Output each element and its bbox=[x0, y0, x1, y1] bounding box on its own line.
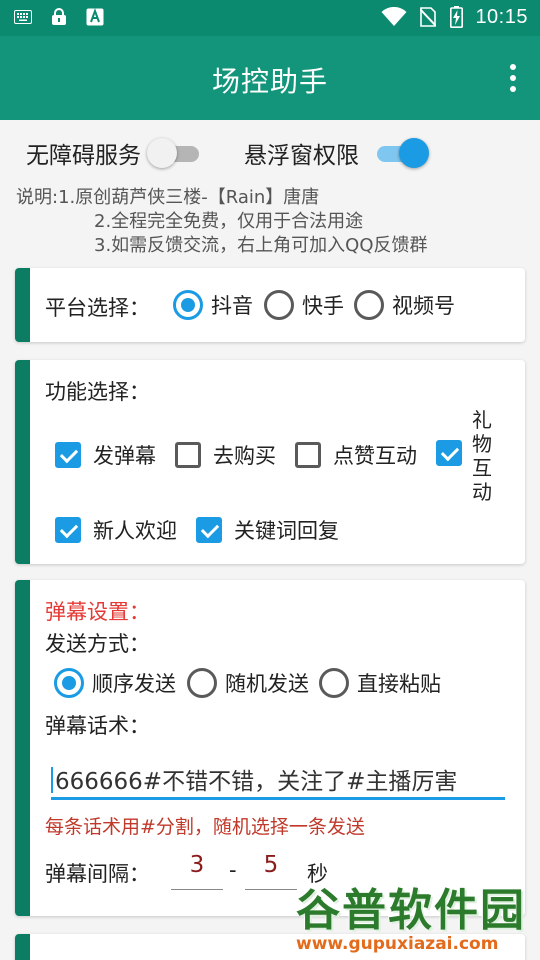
radio-label: 视频号 bbox=[392, 294, 455, 318]
platform-label: 平台选择： bbox=[45, 296, 150, 320]
danmu-section-title: 弹幕设置： bbox=[45, 600, 150, 624]
description-line-2: 2.全程完全免费，仅用于合法用途 bbox=[94, 211, 364, 232]
checkbox-box bbox=[436, 440, 462, 466]
checkbox-go-buy[interactable]: 去购买 bbox=[175, 440, 276, 470]
battery-charging-icon bbox=[449, 5, 463, 29]
checkbox-gift-interact[interactable] bbox=[436, 440, 474, 466]
overlay-label: 悬浮窗权限 bbox=[244, 143, 359, 169]
radio-circle bbox=[187, 668, 217, 698]
overlay-permission[interactable]: 悬浮窗权限 bbox=[244, 136, 429, 170]
main-content: 无障碍服务 悬浮窗权限 说明:1.原创葫芦侠三楼-【Rain】唐唐 2.全程完全… bbox=[0, 120, 540, 960]
functions-label: 功能选择： bbox=[45, 380, 150, 404]
radio-circle bbox=[354, 290, 384, 320]
radio-platform-kuaishou[interactable]: 快手 bbox=[264, 290, 344, 320]
radio-circle bbox=[173, 290, 203, 320]
card-accent-bar bbox=[15, 360, 30, 564]
script-label: 弹幕话术： bbox=[45, 714, 150, 738]
gift-interact-label: 礼物互动 bbox=[472, 408, 492, 504]
radio-circle bbox=[264, 290, 294, 320]
radio-label: 抖音 bbox=[211, 294, 253, 318]
a-icon bbox=[86, 8, 104, 26]
interval-max-input[interactable]: 5 bbox=[245, 850, 297, 890]
interval-label: 弹幕间隔： bbox=[45, 862, 150, 886]
description: 说明:1.原创葫芦侠三楼-【Rain】唐唐 2.全程完全免费，仅用于合法用途 3… bbox=[16, 186, 428, 258]
text-caret bbox=[51, 767, 53, 793]
checkbox-box bbox=[196, 517, 222, 543]
radio-circle bbox=[319, 668, 349, 698]
functions-card: 功能选择： 发弹幕 去购买 点赞互动 礼物互动 新人欢迎 关键词回复 bbox=[15, 360, 525, 564]
keyboard-icon bbox=[14, 8, 32, 26]
danmu-script-input[interactable]: 666666#不错不错，关注了#主播厉害 bbox=[51, 752, 505, 800]
watermark-title: 谷普软件园 bbox=[296, 885, 526, 936]
checkbox-keyword-reply[interactable]: 关键词回复 bbox=[196, 515, 339, 545]
checkbox-box bbox=[295, 442, 321, 468]
radio-label: 直接粘贴 bbox=[357, 672, 441, 696]
danmu-hint: 每条话术用#分割，随机选择一条发送 bbox=[45, 816, 365, 838]
checkbox-box bbox=[55, 517, 81, 543]
checkbox-box bbox=[175, 442, 201, 468]
checkbox-box bbox=[55, 442, 81, 468]
radio-label: 快手 bbox=[302, 294, 344, 318]
card-accent-bar bbox=[15, 268, 30, 342]
send-mode-label: 发送方式： bbox=[45, 632, 150, 656]
description-line-1: 说明:1.原创葫芦侠三楼-【Rain】唐唐 bbox=[16, 187, 320, 208]
app-title: 场控助手 bbox=[211, 65, 328, 98]
checkbox-label: 点赞互动 bbox=[333, 444, 417, 468]
checkbox-label: 关键词回复 bbox=[234, 519, 339, 543]
overlay-switch[interactable] bbox=[373, 138, 429, 168]
radio-label: 顺序发送 bbox=[92, 672, 176, 696]
no-sim-icon bbox=[419, 6, 437, 28]
watermark-logo: 谷普软件园 www.gupuxiazai.com bbox=[296, 874, 540, 960]
accessibility-label: 无障碍服务 bbox=[26, 143, 141, 169]
interval-min-input[interactable]: 3 bbox=[171, 850, 223, 890]
status-time: 10:15 bbox=[475, 5, 528, 28]
platform-card: 平台选择： 抖音 快手 视频号 bbox=[15, 268, 525, 342]
radio-platform-shipinhao[interactable]: 视频号 bbox=[354, 290, 455, 320]
checkbox-label: 发弹幕 bbox=[93, 444, 156, 468]
checkbox-send-danmu[interactable]: 发弹幕 bbox=[55, 440, 156, 470]
overflow-menu-icon[interactable] bbox=[506, 64, 520, 92]
checkbox-new-welcome[interactable]: 新人欢迎 bbox=[55, 515, 177, 545]
danmu-script-value: 666666#不错不错，关注了#主播厉害 bbox=[55, 769, 458, 795]
danmu-settings-card: 弹幕设置： 发送方式： 顺序发送 随机发送 直接粘贴 弹幕话术： 666666#… bbox=[15, 580, 525, 916]
radio-label: 随机发送 bbox=[225, 672, 309, 696]
radio-circle bbox=[54, 668, 84, 698]
accessibility-switch[interactable] bbox=[147, 138, 203, 168]
app-bar: 场控助手 bbox=[0, 36, 540, 120]
radio-send-random[interactable]: 随机发送 bbox=[187, 668, 309, 698]
interval-separator: - bbox=[229, 858, 237, 882]
radio-send-sequential[interactable]: 顺序发送 bbox=[54, 668, 176, 698]
card-accent-bar bbox=[15, 580, 30, 916]
watermark-url: www.gupuxiazai.com bbox=[296, 934, 499, 954]
status-bar: 10:15 bbox=[0, 0, 540, 36]
radio-send-paste[interactable]: 直接粘贴 bbox=[319, 668, 441, 698]
accessibility-permission[interactable]: 无障碍服务 bbox=[26, 136, 203, 170]
description-line-3: 3.如需反馈交流，右上角可加入QQ反馈群 bbox=[94, 235, 428, 256]
permissions-row: 无障碍服务 悬浮窗权限 bbox=[26, 134, 540, 174]
checkbox-label: 新人欢迎 bbox=[93, 519, 177, 543]
checkbox-label: 去购买 bbox=[213, 444, 276, 468]
wifi-icon bbox=[381, 6, 407, 28]
lock-icon bbox=[50, 8, 68, 26]
checkbox-like-interact[interactable]: 点赞互动 bbox=[295, 440, 417, 470]
radio-platform-douyin[interactable]: 抖音 bbox=[173, 290, 253, 320]
card-accent-bar bbox=[15, 934, 30, 960]
